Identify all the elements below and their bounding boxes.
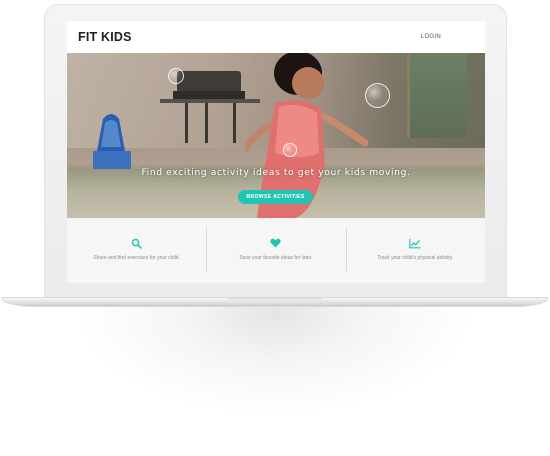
hero-window <box>407 53 467 138</box>
navbar: FIT KIDS LOGIN <box>67 21 485 53</box>
toy-image <box>93 114 131 169</box>
laptop-shadow <box>60 304 490 424</box>
feature-track-text: Track your child's physical activity. <box>377 255 454 261</box>
feature-save-text: Save your favorite ideas for later. <box>239 255 313 261</box>
bubble-3 <box>283 143 297 157</box>
heart-icon <box>270 237 282 249</box>
bubble-2 <box>365 83 390 108</box>
hero-headline: Find exciting activity ideas to get your… <box>141 167 411 178</box>
login-link[interactable]: LOGIN <box>421 34 441 40</box>
features-strip: Share and find exercises for your child.… <box>67 218 485 283</box>
line-chart-icon <box>409 237 421 249</box>
bubble-1 <box>168 68 184 84</box>
feature-track: Track your child's physical activity. <box>345 218 485 283</box>
brand-logo[interactable]: FIT KIDS <box>78 30 132 44</box>
laptop-screen: FIT KIDS LOGIN Find exciting activity id… <box>67 21 485 283</box>
search-icon <box>131 237 143 249</box>
feature-save: Save your favorite ideas for later. <box>206 218 345 283</box>
feature-share-text: Share and find exercises for your child. <box>93 255 180 261</box>
hero-section: Find exciting activity ideas to get your… <box>67 53 485 218</box>
browse-activities-button[interactable]: BROWSE ACTIVITIES <box>238 190 313 204</box>
laptop-notch <box>228 297 322 301</box>
feature-share: Share and find exercises for your child. <box>67 218 206 283</box>
